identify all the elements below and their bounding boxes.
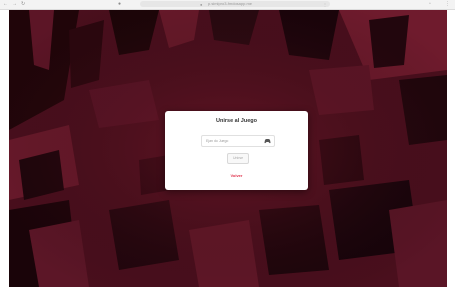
bookmark-icon[interactable]: ⋮ [323,2,327,7]
address-bar[interactable]: ● p.simlpro3-fmdosapp.me ⋮ [140,1,330,7]
gamepad-icon [264,139,271,144]
back-link[interactable]: Volver [165,173,308,178]
menu-icon[interactable]: ⋮ [445,1,450,8]
game-code-input[interactable]: Ejan do Juego [201,135,275,147]
site-icon: ● [118,1,122,7]
game-code-placeholder: Ejan do Juego [206,139,229,143]
lock-icon: ● [200,2,203,7]
address-text: p.simlpro3-fmdosapp.me [208,1,253,6]
browser-toolbar: ← → ↻ ● ● p.simlpro3-fmdosapp.me ⋮ ▫ ⋮ [0,0,455,10]
forward-arrow-icon[interactable]: → [12,1,17,8]
dialog-title: Unirse al Juego [216,118,257,124]
refresh-icon[interactable]: ↻ [21,1,25,8]
join-button[interactable]: Unirse [227,153,249,164]
back-arrow-icon[interactable]: ← [3,1,8,8]
extensions-icon[interactable]: ▫ [429,1,431,8]
join-game-dialog: Unirse al Juego Ejan do Juego Unirse Vol… [165,111,308,190]
